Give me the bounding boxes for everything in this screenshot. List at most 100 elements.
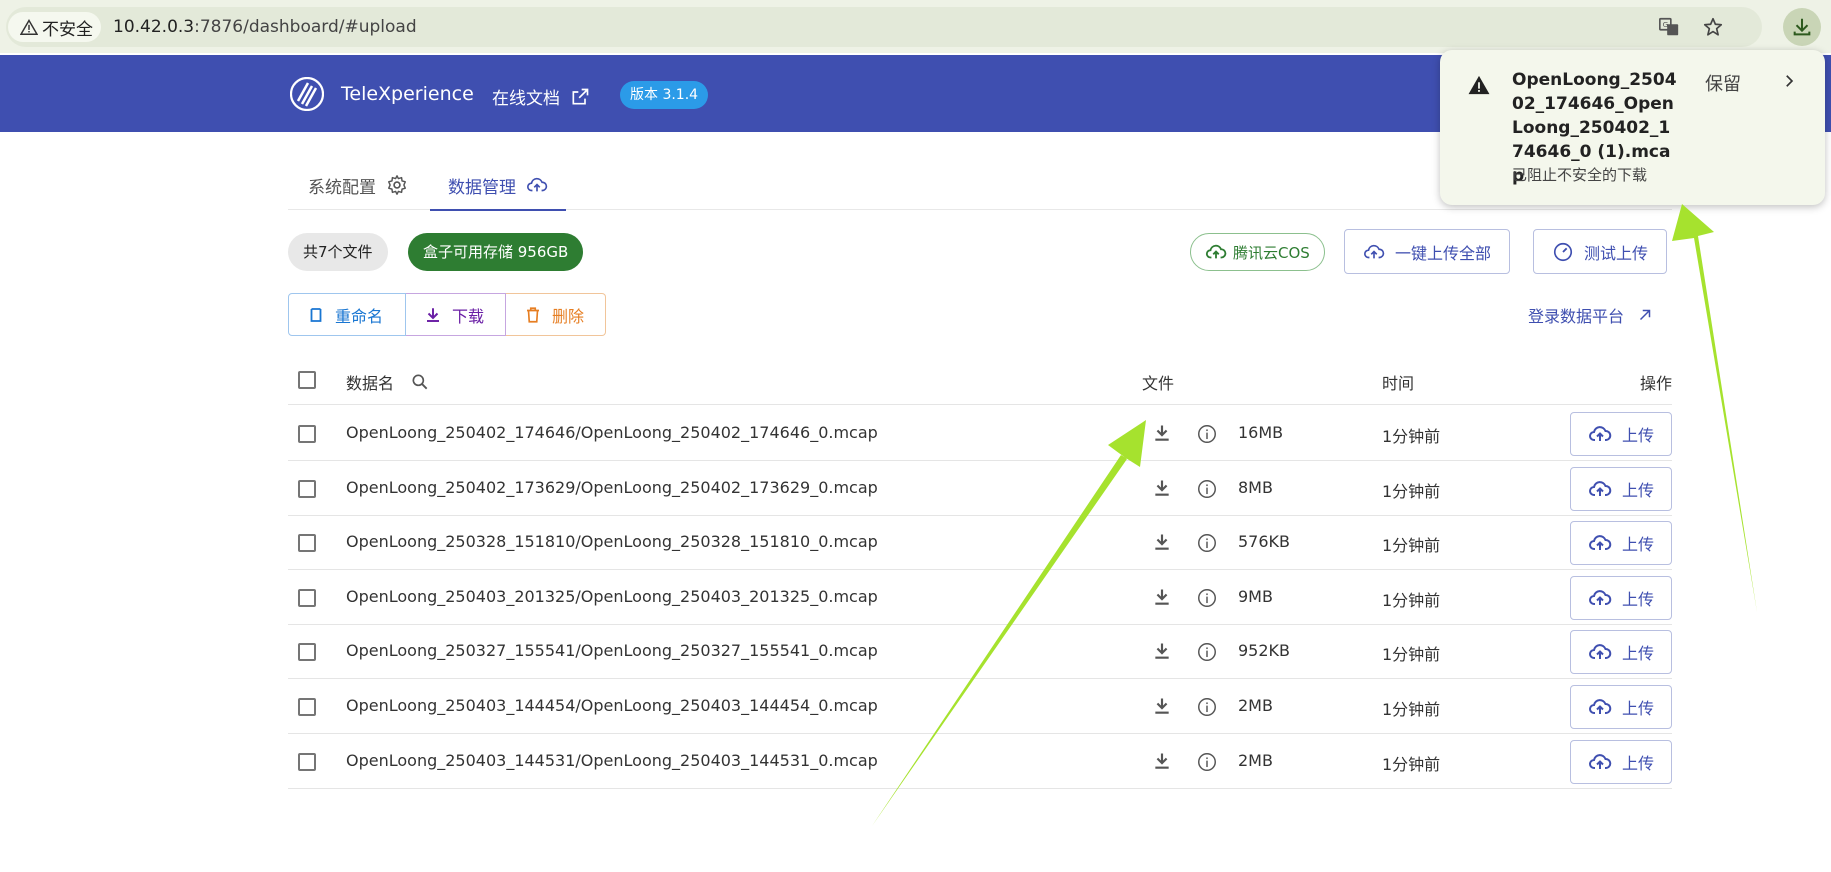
test-upload-button[interactable]: 测试上传: [1533, 229, 1668, 274]
external-link-icon: [572, 88, 589, 104]
table-row: OpenLoong_250327_155541/OpenLoong_250327…: [288, 625, 1672, 680]
trash-icon: [527, 306, 539, 323]
row-checkbox[interactable]: [298, 425, 316, 443]
download-icon[interactable]: [1152, 532, 1172, 552]
table-row: OpenLoong_250403_201325/OpenLoong_250403…: [288, 571, 1672, 625]
gear-icon: [388, 175, 406, 195]
row-checkbox[interactable]: [298, 752, 316, 771]
download-button[interactable]: 下载: [406, 293, 506, 336]
speed-icon: [1553, 242, 1573, 261]
row-checkbox[interactable]: [298, 479, 316, 498]
row-checkbox[interactable]: [298, 534, 316, 553]
security-label: 不安全: [42, 19, 93, 40]
annotation-arrow-popup: [1672, 204, 1757, 612]
download-icon[interactable]: [1152, 641, 1172, 661]
column-header-name: 数据名: [346, 370, 430, 394]
row-checkbox[interactable]: [298, 588, 316, 607]
rename-button[interactable]: 重命名: [288, 293, 406, 336]
delete-button[interactable]: 删除: [506, 293, 606, 336]
arrow-up-right-icon: [1639, 309, 1651, 321]
info-icon[interactable]: [1196, 641, 1218, 663]
brand-name[interactable]: TeleXperience: [341, 83, 474, 105]
download-icon[interactable]: [1152, 587, 1172, 607]
upload-button[interactable]: 上传: [1570, 521, 1672, 566]
info-icon[interactable]: [1196, 532, 1218, 554]
select-all-checkbox[interactable]: [298, 371, 316, 389]
table-row: OpenLoong_250402_173629/OpenLoong_250402…: [288, 462, 1672, 516]
cloud-upload-icon: [1589, 535, 1612, 551]
file-time: 1分钟前: [1382, 536, 1441, 556]
search-icon[interactable]: [410, 372, 430, 392]
download-icon[interactable]: [1152, 696, 1172, 716]
download-icon: [427, 307, 439, 322]
info-icon[interactable]: [1196, 696, 1218, 718]
cloud-upload-icon: [527, 177, 548, 192]
file-size: 2MB: [1238, 696, 1273, 715]
file-name: OpenLoong_250327_155541/OpenLoong_250327…: [346, 641, 878, 661]
file-time: 1分钟前: [1382, 645, 1441, 665]
upload-button[interactable]: 上传: [1570, 575, 1672, 620]
warning-icon: [1468, 75, 1490, 95]
cloud-upload-icon: [1589, 644, 1612, 660]
file-name: OpenLoong_250403_144454/OpenLoong_250403…: [346, 696, 878, 715]
download-icon[interactable]: [1152, 751, 1172, 771]
upload-all-button[interactable]: 一键上传全部: [1344, 229, 1511, 274]
tab-data-management[interactable]: 数据管理: [430, 160, 566, 211]
upload-button[interactable]: 上传: [1570, 630, 1672, 675]
file-size: 952KB: [1238, 641, 1291, 661]
security-chip[interactable]: 不安全: [8, 12, 101, 42]
table-row: OpenLoong_250402_174646/OpenLoong_250402…: [288, 407, 1672, 461]
cloud-upload-icon: [1205, 244, 1227, 259]
info-icon[interactable]: [1196, 751, 1218, 773]
svg-text:G: G: [1663, 20, 1669, 29]
file-name: OpenLoong_250402_173629/OpenLoong_250402…: [346, 477, 878, 497]
column-header-op: 操作: [1639, 374, 1672, 393]
file-size: 16MB: [1238, 423, 1284, 442]
download-icon[interactable]: [1152, 423, 1172, 443]
table-row: OpenLoong_250403_144531/OpenLoong_250403…: [288, 735, 1672, 789]
cloud-upload-icon: [1589, 426, 1612, 441]
download-icon: [1793, 18, 1811, 36]
file-time: 1分钟前: [1382, 481, 1441, 501]
file-count-chip: 共7个文件: [288, 233, 388, 271]
cloud-upload-icon: [1589, 480, 1612, 496]
logo-icon: [290, 77, 324, 111]
info-icon[interactable]: [1196, 478, 1218, 500]
info-icon[interactable]: [1196, 587, 1218, 609]
downloads-button[interactable]: [1783, 8, 1821, 46]
column-header-file: 文件: [1142, 374, 1175, 393]
download-status: 已阻止不安全的下载: [1512, 166, 1648, 184]
file-size: 8MB: [1238, 477, 1273, 497]
online-docs-link[interactable]: 在线文档: [492, 84, 590, 109]
star-icon[interactable]: [1702, 16, 1724, 38]
chevron-right-icon[interactable]: [1780, 72, 1798, 90]
file-time: 1分钟前: [1382, 590, 1441, 610]
row-checkbox[interactable]: [298, 643, 316, 662]
file-time: 1分钟前: [1382, 427, 1441, 446]
file-time: 1分钟前: [1382, 700, 1441, 719]
table-header: 数据名 文件 时间 操作: [288, 357, 1672, 405]
info-icon[interactable]: [1196, 423, 1218, 445]
translate-icon[interactable]: G: [1658, 16, 1680, 38]
keep-button[interactable]: 保留: [1705, 70, 1741, 96]
download-icon[interactable]: [1152, 478, 1172, 498]
warning-icon: [20, 19, 38, 35]
file-actions-group: 重命名 下载 删除: [288, 293, 606, 336]
file-size: 9MB: [1238, 586, 1273, 606]
table-row: OpenLoong_250328_151810/OpenLoong_250328…: [288, 516, 1672, 571]
file-name: OpenLoong_250403_144531/OpenLoong_250403…: [346, 750, 878, 770]
table-row: OpenLoong_250403_144454/OpenLoong_250403…: [288, 680, 1672, 734]
tab-system-config[interactable]: 系统配置: [308, 160, 408, 210]
file-name: OpenLoong_250403_201325/OpenLoong_250403…: [346, 586, 878, 606]
upload-button[interactable]: 上传: [1570, 739, 1672, 784]
upload-button[interactable]: 上传: [1570, 685, 1672, 729]
upload-button[interactable]: 上传: [1570, 466, 1672, 511]
tencent-cos-button[interactable]: 腾讯云COS: [1190, 233, 1325, 271]
login-platform-link[interactable]: 登录数据平台: [1528, 303, 1654, 327]
row-checkbox[interactable]: [298, 698, 316, 716]
upload-button[interactable]: 上传: [1570, 412, 1672, 456]
version-badge: 版本 3.1.4: [620, 81, 709, 109]
address-bar[interactable]: 不安全 10.42.0.3:7876/dashboard/#upload G: [6, 7, 1762, 47]
file-name: OpenLoong_250402_174646/OpenLoong_250402…: [346, 423, 878, 442]
url-text[interactable]: 10.42.0.3:7876/dashboard/#upload: [113, 17, 417, 37]
